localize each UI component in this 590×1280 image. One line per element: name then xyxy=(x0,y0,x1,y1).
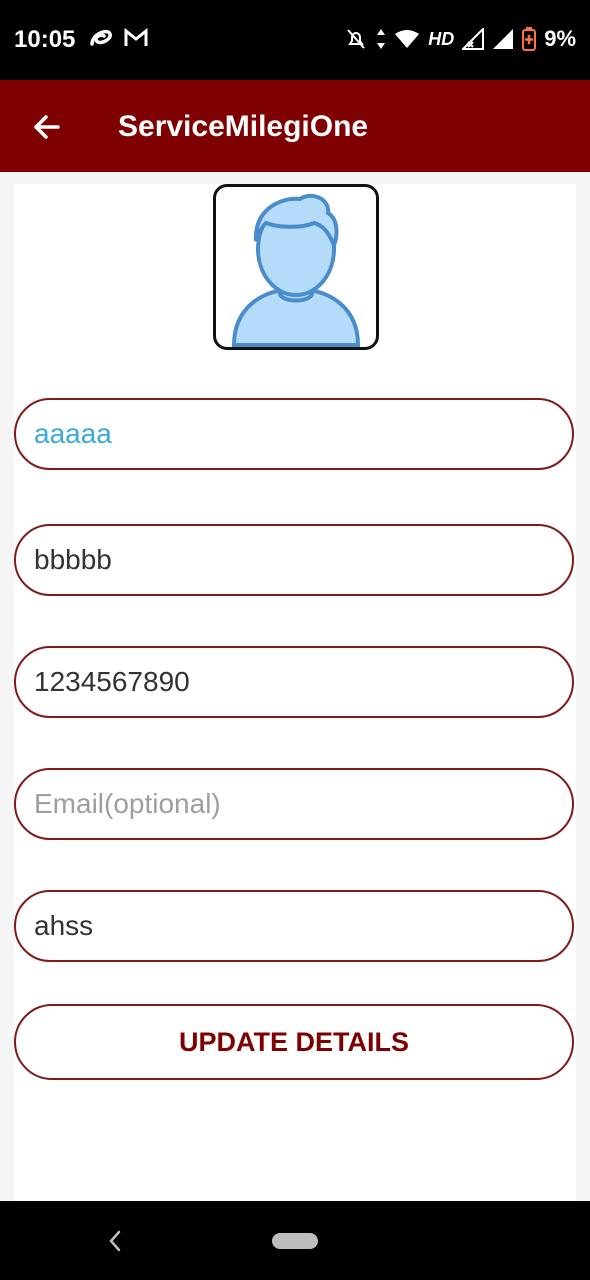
email-input[interactable] xyxy=(32,787,556,821)
network-type-label: HD xyxy=(428,28,455,49)
status-bar: 10:05 HD 9% xyxy=(0,0,590,80)
wifi-icon xyxy=(395,30,420,48)
first-name-input[interactable] xyxy=(32,417,556,451)
app-title: ServiceMilegiOne xyxy=(118,110,369,143)
status-time: 10:05 xyxy=(14,26,76,53)
battery-low-icon xyxy=(522,27,537,51)
airtel-icon xyxy=(90,29,112,46)
email-field[interactable] xyxy=(14,768,574,840)
profile-avatar[interactable] xyxy=(213,184,379,350)
last-name-field[interactable] xyxy=(14,524,574,596)
profile-form-card: UPDATE DETAILS xyxy=(14,184,576,1201)
update-details-button[interactable]: UPDATE DETAILS xyxy=(14,1004,574,1080)
nav-home-pill[interactable] xyxy=(272,1233,318,1249)
address-input[interactable] xyxy=(32,909,556,943)
status-system-icons: HD 9% xyxy=(344,26,576,52)
signal-no-service-icon xyxy=(462,28,485,50)
status-notification-icons xyxy=(88,26,148,50)
system-nav-bar xyxy=(0,1201,590,1280)
signal-icon xyxy=(493,29,514,49)
battery-percentage: 9% xyxy=(544,26,576,51)
nav-back-icon[interactable] xyxy=(104,1228,126,1254)
back-arrow-icon[interactable] xyxy=(30,110,64,144)
app-bar: ServiceMilegiOne xyxy=(0,80,590,172)
data-transfer-icon xyxy=(377,29,386,49)
address-field[interactable] xyxy=(14,890,574,962)
user-avatar-icon xyxy=(231,193,361,347)
last-name-input[interactable] xyxy=(32,543,556,577)
mute-notifications-icon xyxy=(347,29,365,49)
phone-field[interactable] xyxy=(14,646,574,718)
phone-input[interactable] xyxy=(32,665,556,699)
first-name-field[interactable] xyxy=(14,398,574,470)
gmail-icon xyxy=(124,28,148,46)
